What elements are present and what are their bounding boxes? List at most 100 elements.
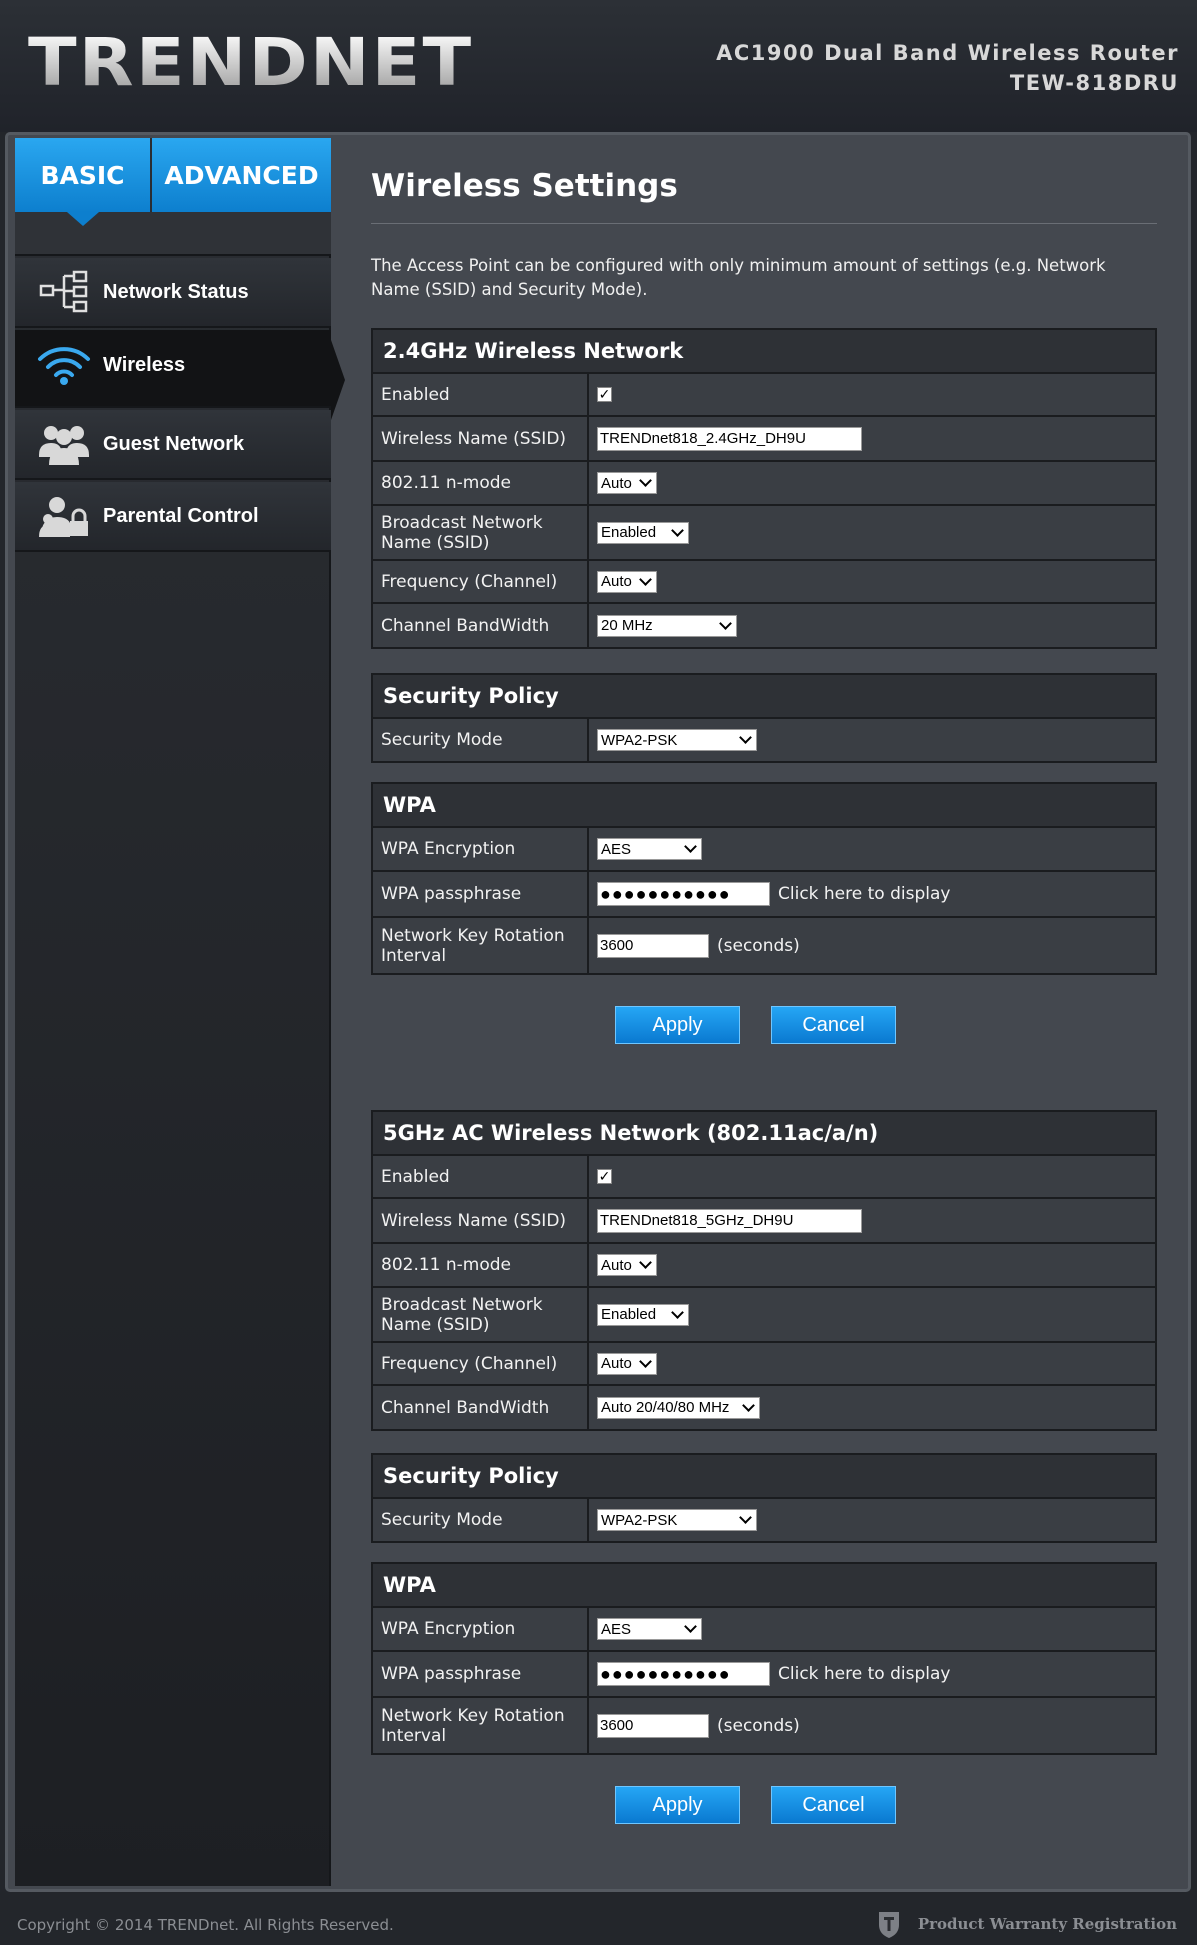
sidebar-item-guest-network[interactable]: Guest Network <box>15 410 331 480</box>
product-sku: TEW-818DRU <box>1009 71 1179 95</box>
field-label: 802.11 n-mode <box>373 1244 589 1286</box>
network-tree-icon <box>35 267 93 317</box>
select-value: Auto <box>601 1256 632 1274</box>
panel-5ghz-wpa: WPA WPA Encryption AES WPA passphrase ●●… <box>371 1562 1157 1755</box>
product-model-line: AC1900 Dual Band Wireless Router <box>716 41 1179 65</box>
sidebar-item-network-status[interactable]: Network Status <box>15 258 331 328</box>
broadcast-select-5[interactable]: Enabled <box>597 1303 689 1326</box>
field-label: Wireless Name (SSID) <box>373 417 589 460</box>
header: TRENDNET AC1900 Dual Band Wireless Route… <box>0 0 1197 132</box>
select-value: Auto <box>601 573 632 590</box>
row-enabled: Enabled ✓ <box>373 1156 1155 1199</box>
cancel-button-5[interactable]: Cancel <box>771 1786 896 1824</box>
panel-5ghz-security: Security Policy Security Mode WPA2-PSK <box>371 1453 1157 1543</box>
apply-button-5[interactable]: Apply <box>615 1786 740 1824</box>
nmode-select-24[interactable]: Auto <box>597 472 657 494</box>
guests-icon <box>35 419 93 469</box>
chevron-down-icon <box>739 1511 752 1524</box>
passphrase-mask: ●●●●●●●●●●● <box>600 884 731 904</box>
row-nmode: 802.11 n-mode Auto <box>373 1244 1155 1288</box>
apply-button-24[interactable]: Apply <box>615 1006 740 1044</box>
row-wpa-passphrase: WPA passphrase ●●●●●●●●●●● Click here to… <box>373 1652 1155 1698</box>
trendnet-logo[interactable]: TRENDNET <box>28 30 473 96</box>
row-wpa-encryption: WPA Encryption AES <box>373 828 1155 872</box>
chevron-down-icon <box>684 1620 697 1633</box>
key-rotation-input-5[interactable]: 3600 <box>597 1713 709 1738</box>
security-mode-select-24[interactable]: WPA2-PSK <box>597 729 757 751</box>
field-label: Broadcast Network Name (SSID) <box>373 506 589 559</box>
tab-basic[interactable]: BASIC <box>15 138 150 212</box>
field-label: Security Mode <box>373 1499 589 1541</box>
panel-title: Security Policy <box>373 1455 1155 1499</box>
wpa-encryption-select-5[interactable]: AES <box>597 1618 702 1640</box>
nmode-select-5[interactable]: Auto <box>597 1254 657 1276</box>
sidebar: BASIC ADVANCED Network Status Wireless G… <box>15 138 345 1886</box>
panel-title: WPA <box>373 1564 1155 1608</box>
panel-24ghz-security: Security Policy Security Mode WPA2-PSK <box>371 673 1157 763</box>
row-nmode: 802.11 n-mode Auto <box>373 462 1155 506</box>
bandwidth-select-24[interactable]: 20 MHz <box>597 614 737 637</box>
field-label: Channel BandWidth <box>373 1386 589 1429</box>
ssid-input-5[interactable]: TRENDnet818_5GHz_DH9U <box>597 1208 862 1233</box>
broadcast-select-24[interactable]: Enabled <box>597 521 689 544</box>
field-label: WPA passphrase <box>373 872 589 916</box>
chevron-down-icon <box>739 731 752 744</box>
chevron-down-icon <box>639 1354 652 1368</box>
row-key-rotation: Network Key Rotation Interval 3600 (seco… <box>373 1698 1155 1753</box>
passphrase-mask: ●●●●●●●●●●● <box>600 1664 731 1684</box>
sidebar-item-label: Parental Control <box>103 504 259 527</box>
row-wpa-passphrase: WPA passphrase ●●●●●●●●●●● Click here to… <box>373 872 1155 918</box>
row-security-mode: Security Mode WPA2-PSK <box>373 719 1155 761</box>
unit-label: (seconds) <box>717 1715 800 1736</box>
chevron-down-icon <box>684 840 697 853</box>
passphrase-input-24[interactable]: ●●●●●●●●●●● <box>597 882 770 906</box>
row-channel: Frequency (Channel) Auto <box>373 561 1155 604</box>
warranty-registration-link[interactable]: Product Warranty Registration <box>876 1906 1177 1942</box>
ssid-input-24[interactable]: TRENDnet818_2.4GHz_DH9U <box>597 426 862 451</box>
row-bandwidth: Channel BandWidth Auto 20/40/80 MHz <box>373 1386 1155 1429</box>
panel-24ghz-wpa: WPA WPA Encryption AES WPA passphrase ●●… <box>371 782 1157 975</box>
shield-icon <box>878 1912 899 1938</box>
field-label: Channel BandWidth <box>373 604 589 647</box>
sidebar-item-wireless[interactable]: Wireless <box>15 330 345 420</box>
channel-select-5[interactable]: Auto <box>597 1352 657 1375</box>
active-tab-indicator <box>67 212 99 226</box>
parental-lock-icon <box>35 491 93 541</box>
show-passphrase-link-24[interactable]: Click here to display <box>778 884 950 904</box>
select-value: Enabled <box>601 524 657 541</box>
field-label: WPA passphrase <box>373 1652 589 1696</box>
select-value: Auto <box>601 474 632 492</box>
row-bandwidth: Channel BandWidth 20 MHz <box>373 604 1155 647</box>
chevron-down-icon <box>639 474 652 487</box>
sidebar-item-label: Network Status <box>103 280 249 303</box>
field-label: Broadcast Network Name (SSID) <box>373 1288 589 1341</box>
panel-title: WPA <box>373 784 1155 828</box>
select-value: WPA2-PSK <box>601 731 678 749</box>
channel-select-24[interactable]: Auto <box>597 570 657 593</box>
tab-advanced[interactable]: ADVANCED <box>152 138 331 212</box>
chevron-down-icon <box>671 1305 684 1319</box>
key-rotation-input-24[interactable]: 3600 <box>597 933 709 958</box>
row-channel: Frequency (Channel) Auto <box>373 1343 1155 1386</box>
select-value: Enabled <box>601 1306 657 1323</box>
bandwidth-select-5[interactable]: Auto 20/40/80 MHz <box>597 1396 760 1419</box>
panel-24ghz-network: 2.4GHz Wireless Network Enabled ✓ Wirele… <box>371 328 1157 649</box>
select-value: AES <box>601 1620 632 1638</box>
warranty-label: Product Warranty Registration <box>917 1915 1177 1933</box>
enabled-checkbox-5[interactable]: ✓ <box>597 1169 612 1184</box>
intro-text: The Access Point can be configured with … <box>371 256 1106 299</box>
field-label: Network Key Rotation Interval <box>373 1698 589 1753</box>
cancel-button-24[interactable]: Cancel <box>771 1006 896 1044</box>
field-label: Security Mode <box>373 719 589 761</box>
tab-strip <box>15 212 331 256</box>
wifi-icon <box>35 340 93 390</box>
passphrase-input-5[interactable]: ●●●●●●●●●●● <box>597 1662 770 1686</box>
enabled-checkbox-24[interactable]: ✓ <box>597 387 612 402</box>
row-ssid: Wireless Name (SSID) TRENDnet818_5GHz_DH… <box>373 1199 1155 1244</box>
page-title: Wireless Settings <box>371 168 678 204</box>
wpa-encryption-select-24[interactable]: AES <box>597 838 702 860</box>
sidebar-item-parental-control[interactable]: Parental Control <box>15 482 331 552</box>
panel-title: 2.4GHz Wireless Network <box>373 330 1155 374</box>
show-passphrase-link-5[interactable]: Click here to display <box>778 1664 950 1684</box>
security-mode-select-5[interactable]: WPA2-PSK <box>597 1509 757 1531</box>
